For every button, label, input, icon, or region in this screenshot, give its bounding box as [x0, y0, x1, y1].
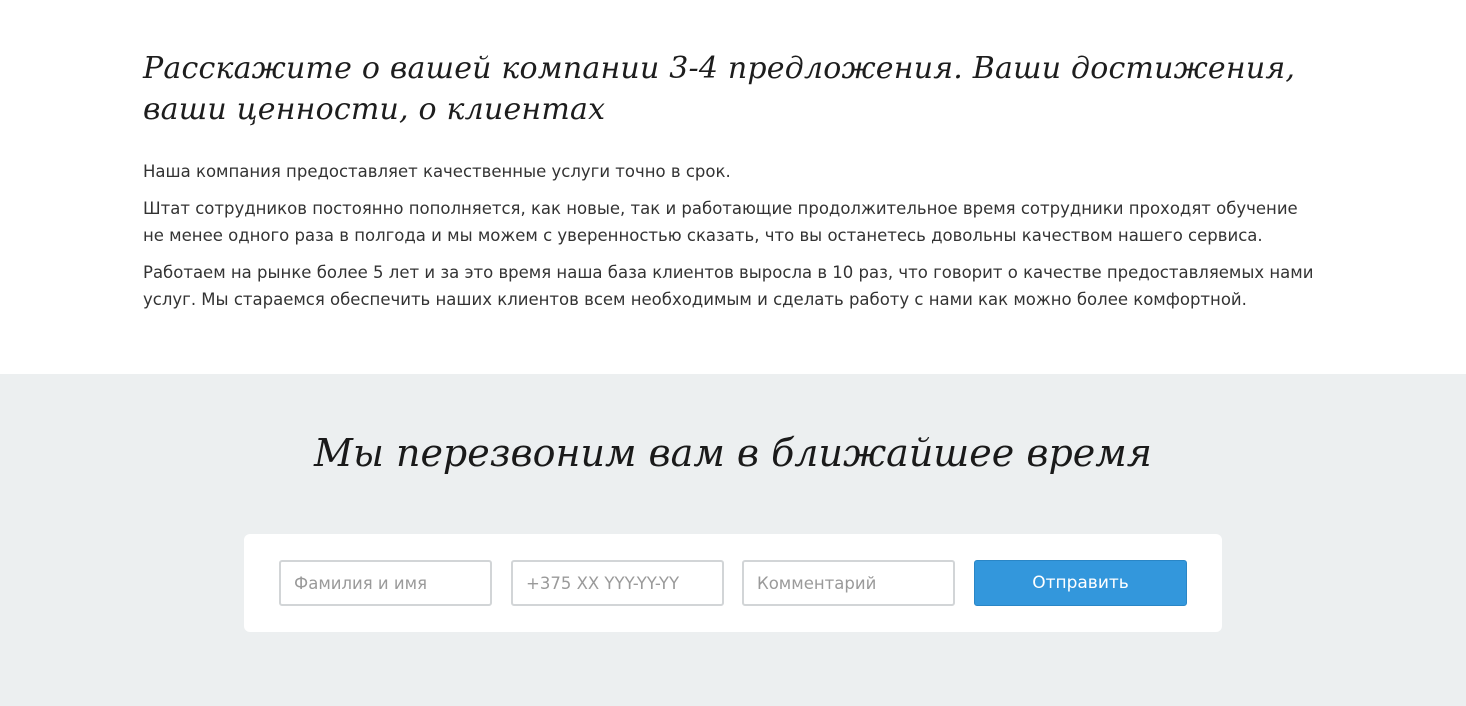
phone-input[interactable]: [511, 560, 724, 606]
name-input[interactable]: [279, 560, 492, 606]
about-content: Расскажите о вашей компании 3-4 предложе…: [143, 48, 1323, 323]
callback-section: Мы перезвоним вам в ближайшее время Отпр…: [0, 374, 1466, 706]
about-title: Расскажите о вашей компании 3-4 предложе…: [143, 51, 1296, 127]
callback-form: Отправить: [244, 534, 1222, 632]
callback-title: Мы перезвоним вам в ближайшее время: [314, 431, 1152, 475]
submit-button[interactable]: Отправить: [974, 560, 1187, 606]
about-paragraph: Штат сотрудников постоянно пополняется, …: [143, 199, 1298, 245]
comment-input[interactable]: [742, 560, 955, 606]
about-paragraph: Работаем на рынке более 5 лет и за это в…: [143, 263, 1314, 309]
about-section: Расскажите о вашей компании 3-4 предложе…: [0, 0, 1466, 374]
about-paragraph: Наша компания предоставляет качественные…: [143, 162, 731, 181]
